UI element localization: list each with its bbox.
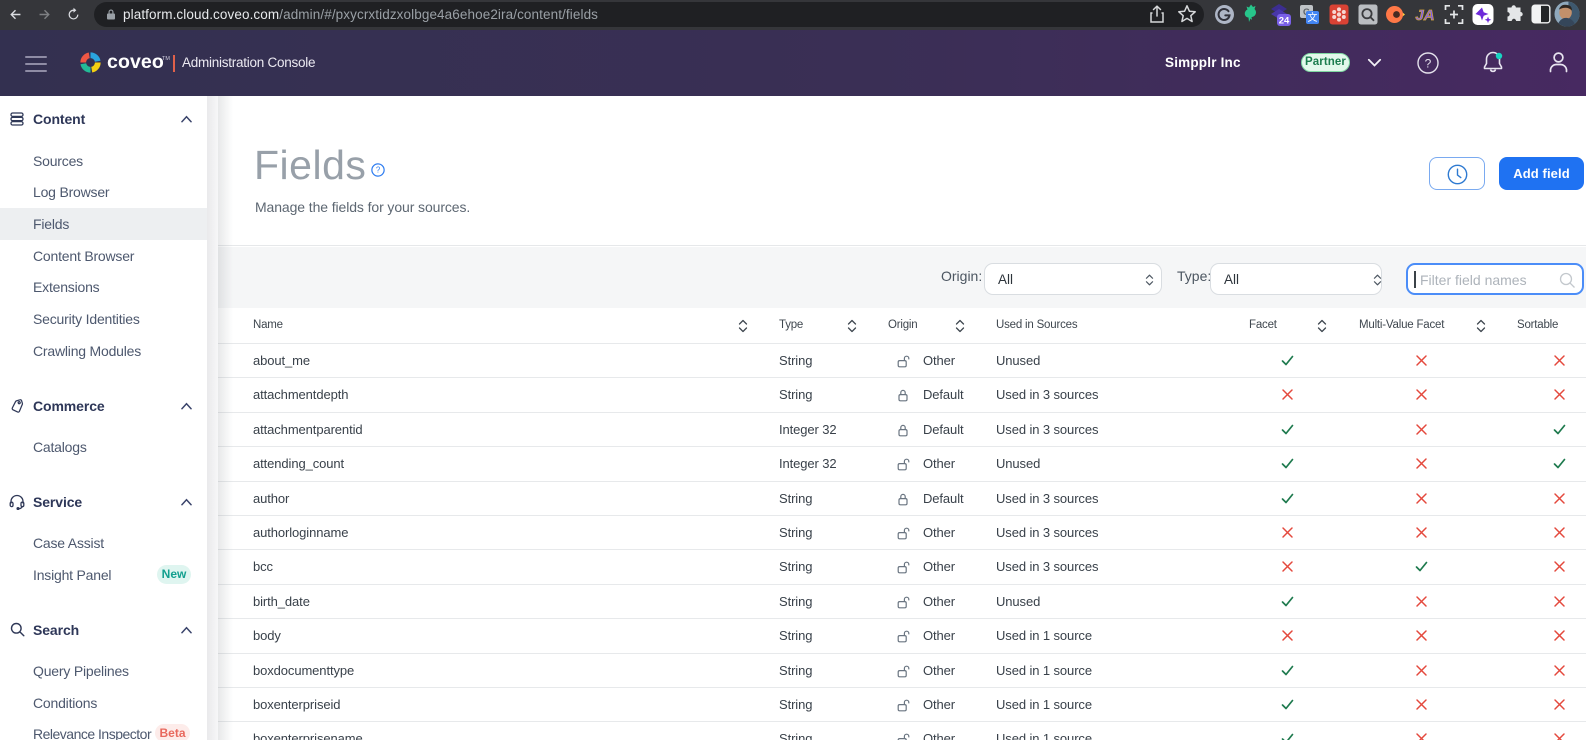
svg-text:文: 文 — [1308, 11, 1318, 24]
svg-text:24: 24 — [1279, 16, 1290, 27]
svg-text:JA: JA — [1415, 7, 1434, 24]
svg-text:?: ? — [375, 165, 380, 174]
svg-text:?: ? — [1425, 57, 1432, 71]
